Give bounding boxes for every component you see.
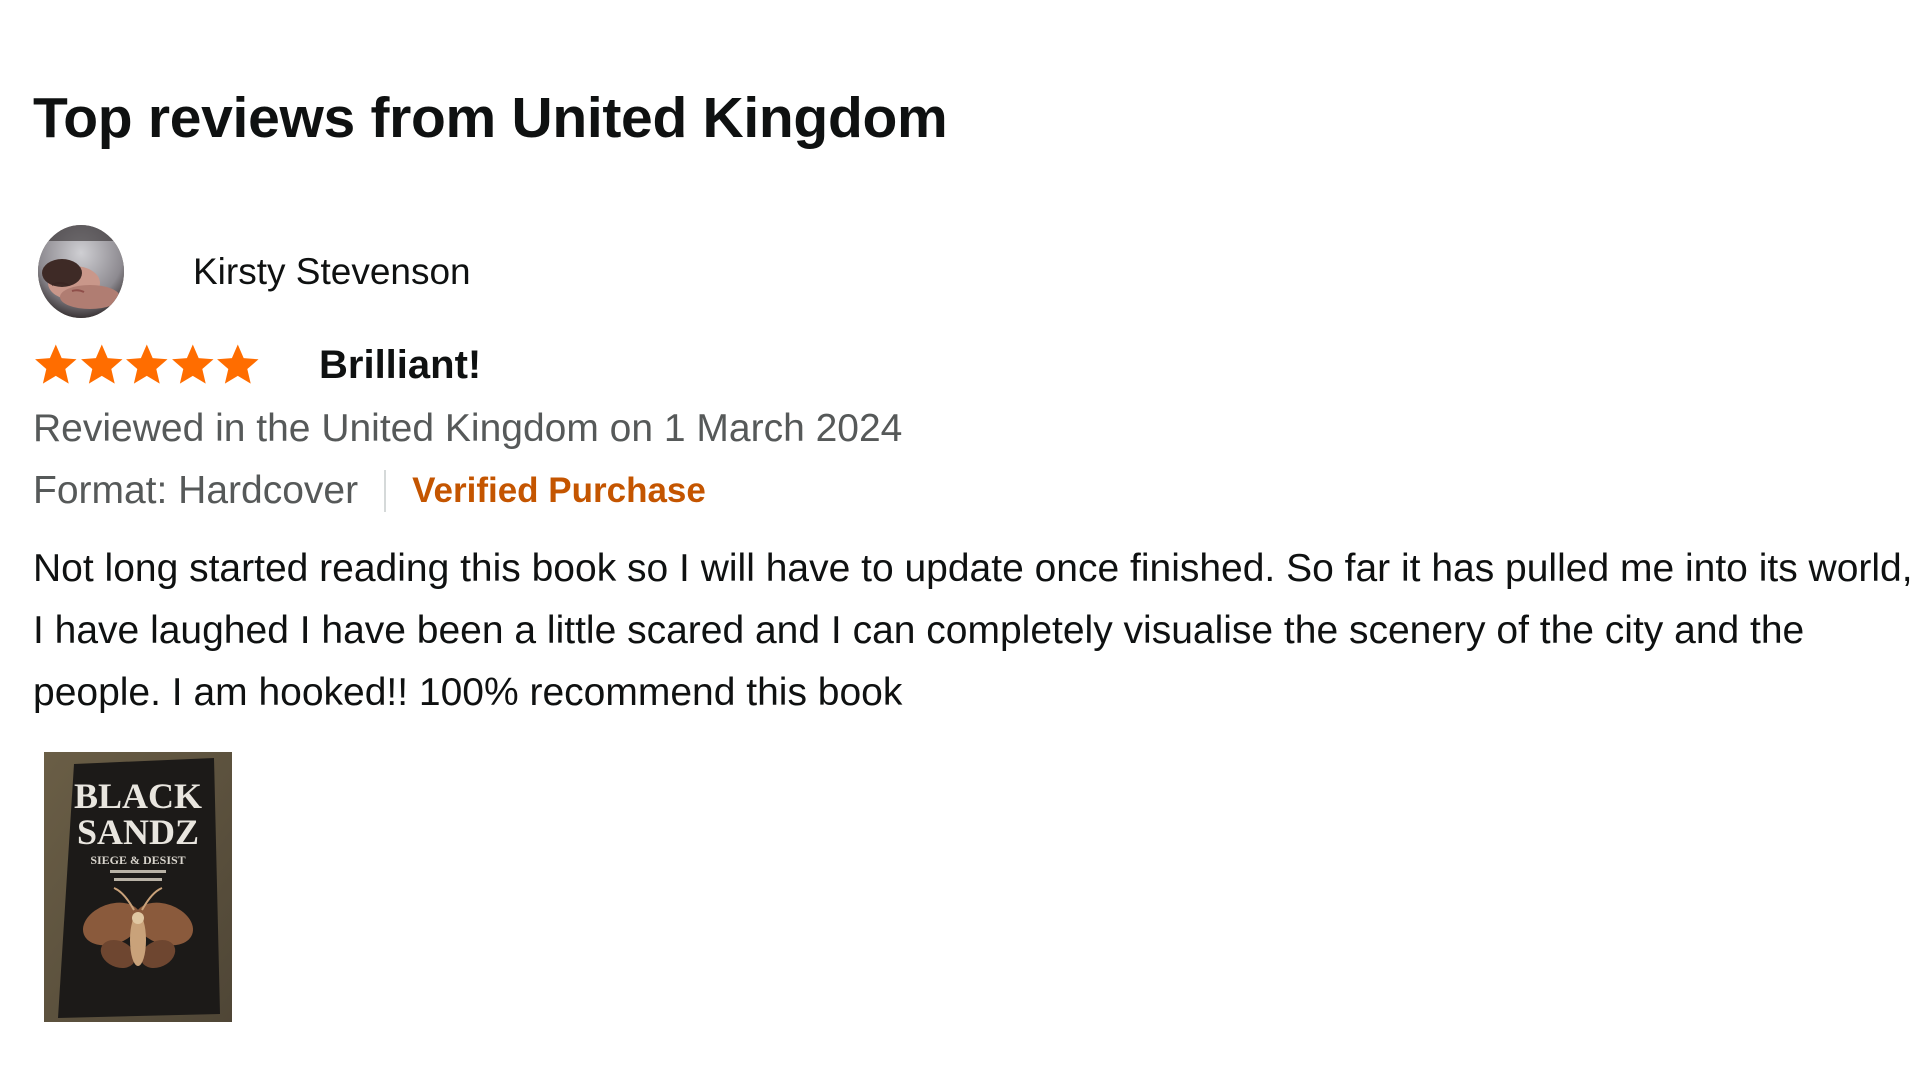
reviewer-profile[interactable]: Kirsty Stevenson [38,225,471,318]
format-row: Format: Hardcover Verified Purchase [33,466,706,516]
star-icon [217,344,259,384]
reviewer-name[interactable]: Kirsty Stevenson [193,249,471,295]
format-label[interactable]: Format: Hardcover [33,466,358,516]
star-rating[interactable] [33,341,261,389]
star-icon [35,344,77,384]
avatar[interactable] [38,225,124,318]
cover-title-line-1: BLACK [74,776,202,816]
verified-purchase-badge: Verified Purchase [412,471,706,510]
star-icon [171,344,214,384]
star-icon [126,344,168,384]
profile-photo-icon [38,225,124,318]
book-cover-image: BLACK SANDZ SIEGE & DESIST [44,752,232,1022]
review-title[interactable]: Brilliant! [319,340,481,390]
review-body: Not long started reading this book so I … [33,547,1913,714]
rating-row: Brilliant! [33,340,481,390]
divider [384,470,387,512]
review-date: Reviewed in the United Kingdom on 1 Marc… [33,407,903,450]
review-image-thumbnail[interactable]: BLACK SANDZ SIEGE & DESIST [44,752,232,1022]
section-title: Top reviews from United Kingdom [33,86,948,150]
star-icon [80,344,123,384]
cover-title-line-2: SANDZ [77,812,199,852]
cover-subtitle: SIEGE & DESIST [90,853,185,867]
